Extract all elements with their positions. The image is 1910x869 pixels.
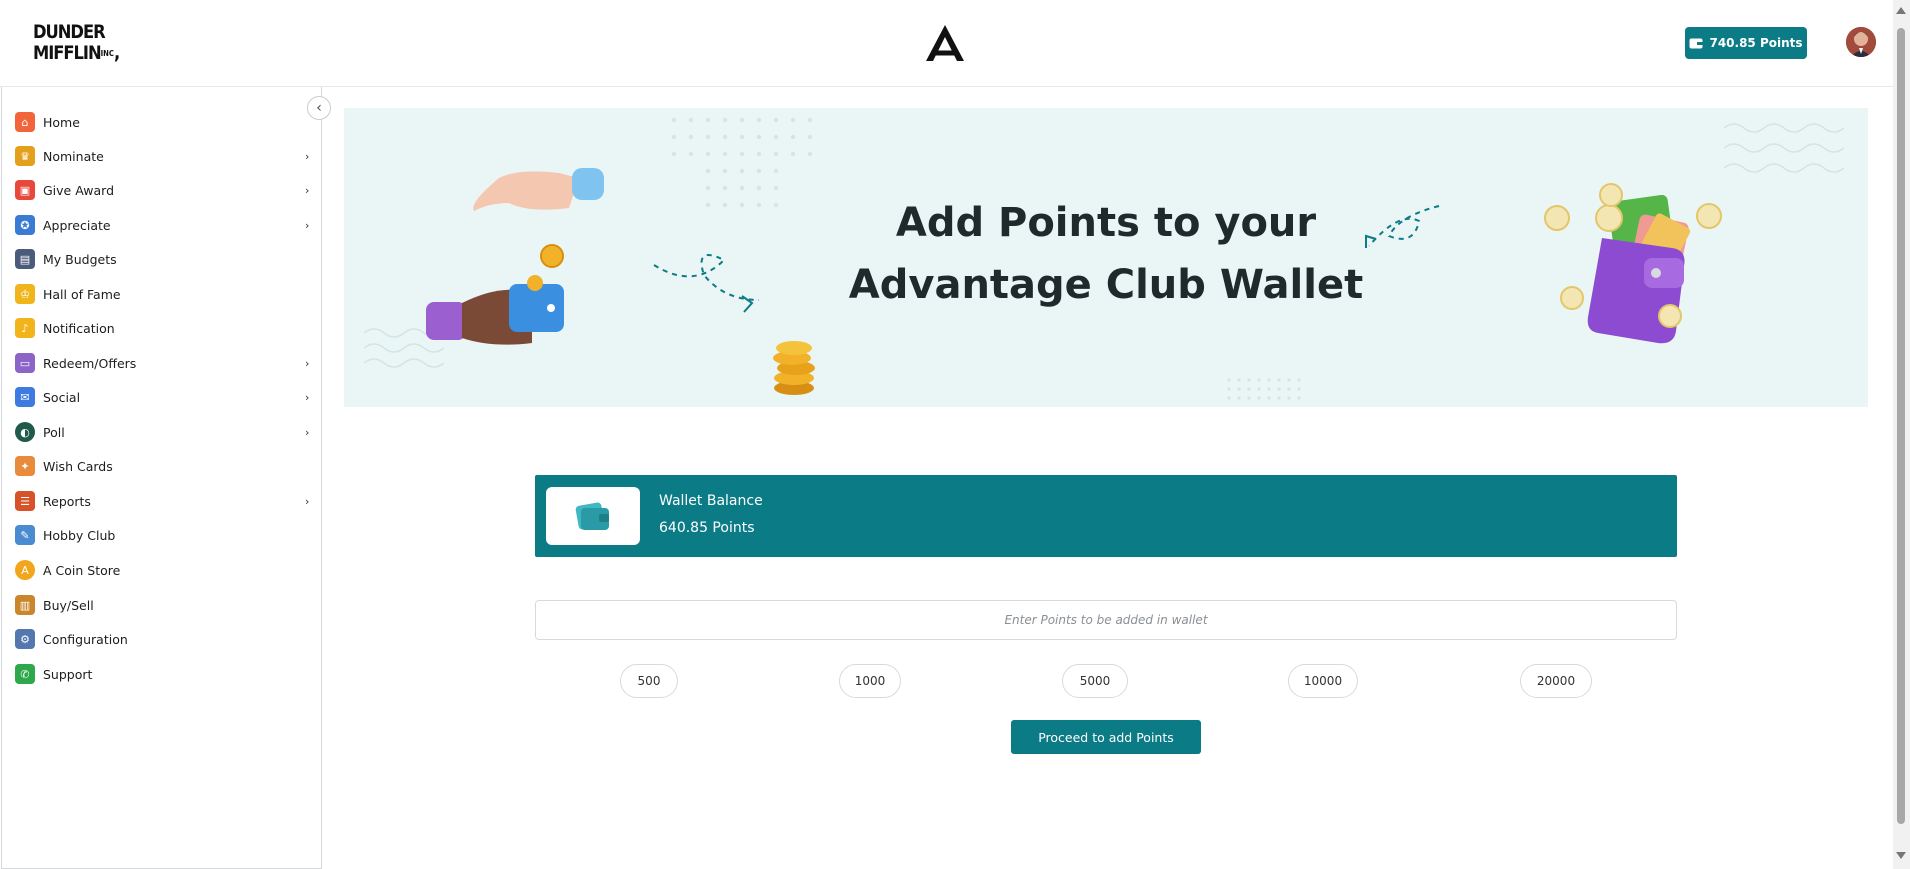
preset-20000-button[interactable]: 20000 [1520, 664, 1592, 698]
proceed-add-points-button[interactable]: Proceed to add Points [1011, 720, 1201, 754]
sidebar-item-label: Home [43, 114, 80, 130]
poll-icon: ◐ [15, 422, 35, 442]
add-points-banner: Add Points to your Advantage Club Wallet [344, 108, 1868, 407]
trophy-icon: ♛ [15, 146, 35, 166]
logo-line-2: MIFFLININC, [33, 42, 120, 64]
sidebar-item-label: Poll [43, 424, 65, 440]
chevron-right-icon: › [305, 356, 310, 370]
sidebar-item-buy-sell[interactable]: ▥ Buy/Sell [0, 590, 318, 620]
sidebar-item-label: My Budgets [43, 251, 117, 267]
banner-title: Add Points to your Advantage Club Wallet [344, 192, 1868, 316]
chevron-right-icon: › [305, 149, 310, 163]
card-icon: ▭ [15, 353, 35, 373]
sidebar-item-label: Hall of Fame [43, 286, 121, 302]
logo-line-1: DUNDER [33, 21, 106, 43]
sidebar-item-notification[interactable]: ♪ Notification [0, 313, 318, 343]
preset-5000-button[interactable]: 5000 [1062, 664, 1128, 698]
sidebar-item-label: A Coin Store [43, 562, 121, 578]
sidebar-item-my-budgets[interactable]: ▤ My Budgets [0, 244, 318, 274]
points-amount-input[interactable] [535, 600, 1677, 640]
sidebar-item-label: Redeem/Offers [43, 355, 137, 371]
user-avatar[interactable] [1846, 27, 1876, 57]
chevron-right-icon: › [305, 218, 310, 232]
sidebar-item-label: Configuration [43, 631, 128, 647]
phone-icon: ✆ [15, 664, 35, 684]
chevron-left-icon: ‹ [316, 100, 322, 116]
sidebar-collapse-button[interactable]: ‹ [307, 96, 331, 120]
wallet-icon [1689, 38, 1704, 49]
wallet-balance-card: Wallet Balance 640.85 Points [535, 475, 1677, 557]
wallet-balance-value: 640.85 Points [659, 520, 755, 536]
sidebar-item-redeem-offers[interactable]: ▭ Redeem/Offers › [0, 348, 318, 378]
crown-icon: ♔ [15, 284, 35, 304]
scrollbar-thumb[interactable] [1897, 28, 1905, 824]
points-balance-label: 740.85 Points [1709, 36, 1803, 50]
wallet-thumbnail [546, 487, 640, 545]
scroll-down-arrow-icon[interactable] [1896, 852, 1906, 859]
chevron-right-icon: › [305, 390, 310, 404]
gift-icon: ▣ [15, 180, 35, 200]
medal-icon: ✪ [15, 215, 35, 235]
palette-icon: ✎ [15, 525, 35, 545]
wallet-icon: ▤ [15, 249, 35, 269]
sidebar-item-label: Social [43, 389, 81, 405]
party-icon: ✦ [15, 456, 35, 476]
sidebar-item-support[interactable]: ✆ Support [0, 659, 318, 689]
sidebar-item-label: Reports [43, 493, 91, 509]
chevron-right-icon: › [305, 425, 310, 439]
sidebar-item-give-award[interactable]: ▣ Give Award › [0, 175, 318, 205]
advantage-club-logo-icon[interactable] [924, 23, 966, 63]
bell-icon: ♪ [15, 318, 35, 338]
page-scrollbar[interactable] [1893, 0, 1910, 869]
sidebar-item-reports[interactable]: ☰ Reports › [0, 486, 318, 516]
sidebar-item-label: Hobby Club [43, 527, 116, 543]
sidebar-item-label: Buy/Sell [43, 597, 94, 613]
config-icon: ⚙ [15, 629, 35, 649]
sidebar-item-configuration[interactable]: ⚙ Configuration [0, 624, 318, 654]
coin-icon: A [15, 560, 35, 580]
sidebar-item-home[interactable]: ⌂ Home [0, 107, 318, 137]
sidebar-item-label: Appreciate [43, 217, 111, 233]
chevron-right-icon: › [305, 183, 310, 197]
scroll-up-arrow-icon[interactable] [1896, 7, 1906, 14]
banner-title-line-1: Add Points to your [895, 200, 1317, 246]
sidebar-item-label: Nominate [43, 148, 104, 164]
sidebar-item-nominate[interactable]: ♛ Nominate › [0, 141, 318, 171]
wallet-balance-label: Wallet Balance [659, 493, 763, 509]
wallet-icon [575, 502, 609, 530]
sidebar-item-label: Give Award [43, 182, 115, 198]
chevron-right-icon: › [305, 494, 310, 508]
sidebar-item-appreciate[interactable]: ✪ Appreciate › [0, 210, 318, 240]
sidebar-item-label: Notification [43, 320, 115, 336]
preset-10000-button[interactable]: 10000 [1288, 664, 1358, 698]
banner-title-line-2: Advantage Club Wallet [848, 262, 1364, 308]
sidebar-item-hobby-club[interactable]: ✎ Hobby Club [0, 520, 318, 550]
sidebar-item-label: Wish Cards [43, 458, 113, 474]
coin-stack-icon [773, 341, 815, 395]
home-icon: ⌂ [15, 112, 35, 132]
bags-icon: ▥ [15, 595, 35, 615]
top-header: DUNDER MIFFLININC, 740.85 Points [0, 0, 1893, 87]
company-logo[interactable]: DUNDER MIFFLININC, [33, 21, 120, 68]
points-balance-button[interactable]: 740.85 Points [1685, 27, 1807, 59]
chat-icon: ✉ [15, 387, 35, 407]
sidebar-item-hall-of-fame[interactable]: ♔ Hall of Fame [0, 279, 318, 309]
sidebar-item-social[interactable]: ✉ Social › [0, 382, 318, 412]
clipboard-icon: ☰ [15, 491, 35, 511]
sidebar-item-label: Support [43, 666, 93, 682]
preset-1000-button[interactable]: 1000 [839, 664, 901, 698]
sidebar-item-poll[interactable]: ◐ Poll › [0, 417, 318, 447]
preset-500-button[interactable]: 500 [620, 664, 678, 698]
sidebar-item-a-coin-store[interactable]: A A Coin Store [0, 555, 318, 585]
sidebar-item-wish-cards[interactable]: ✦ Wish Cards [0, 451, 318, 481]
